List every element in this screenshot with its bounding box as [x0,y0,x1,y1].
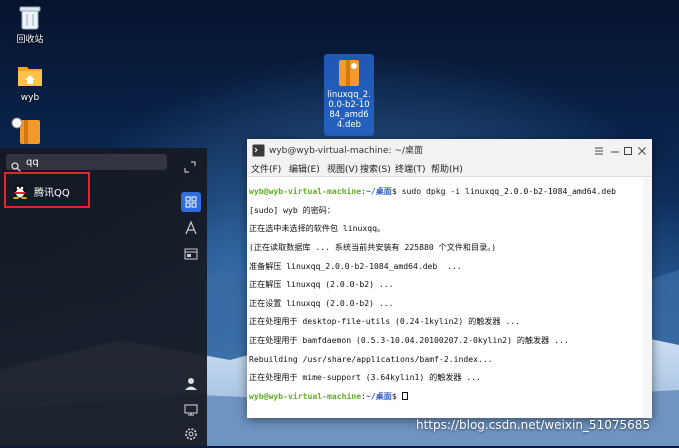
text-cursor [401,391,408,400]
desktop-icon-package[interactable] [6,116,46,149]
all-apps-icon[interactable] [181,192,201,212]
close-icon[interactable] [636,142,648,155]
search-input[interactable] [26,154,161,170]
terminal-line: wyb@wyb-virtual-machine:~/桌面$ sudo dpkg … [249,186,617,197]
text-icon[interactable] [181,218,201,238]
window-icon[interactable] [181,244,201,264]
terminal-line: 正在设置 linuxqq (2.0.0-b2) ... [249,297,394,308]
menu-search[interactable]: 搜索(S) [360,162,391,175]
menu-terminal[interactable]: 终端(T) [395,162,426,175]
deb-package-icon [336,58,362,88]
command-text: $ [391,390,402,401]
terminal-menubar: 文件(F) 编辑(E) 视图(V) 搜索(S) 终端(T) 帮助(H) [247,158,652,177]
prompt-user: wyb@wyb-virtual-machine [249,390,362,401]
home-folder-icon [15,60,45,90]
qq-penguin-icon [12,182,28,199]
desktop-icon-label: linuxqq_2.0.0-b2-1084_amd64.deb [327,90,371,130]
terminal-line: [sudo] wyb 的密码： [249,204,335,215]
terminal-line: 正在解压 linuxqq (2.0.0-b2) ... [249,279,394,290]
monitor-icon[interactable] [181,400,201,420]
terminal-icon [252,142,265,157]
desktop-icon-trash[interactable]: 回收站 [0,2,60,46]
menu-view[interactable]: 视图(V) [327,162,358,175]
watermark-text: https://blog.csdn.net/weixin_51075685 [416,418,651,432]
settings-icon[interactable] [181,424,201,444]
terminal-line: 正在选中未选择的软件包 linuxqq。 [249,223,386,234]
search-result-qq[interactable]: 腾讯QQ [4,172,90,208]
launcher-search-box[interactable] [6,154,167,172]
terminal-scrollbar[interactable] [643,178,652,418]
package-icon [11,116,41,146]
terminal-line: 准备解压 linuxqq_2.0.0-b2-1084_amd64.deb ... [249,260,462,271]
minimize-icon[interactable] [609,142,621,154]
terminal-window[interactable]: wyb@wyb-virtual-machine: ~/桌面 文件(F) 编辑(E… [247,139,652,418]
trash-icon [15,2,45,32]
desktop-icon-label: wyb [20,93,40,103]
terminal-output[interactable]: wyb@wyb-virtual-machine:~/桌面$ sudo dpkg … [249,178,640,416]
terminal-titlebar[interactable]: wyb@wyb-virtual-machine: ~/桌面 [247,139,652,158]
search-result-label: 腾讯QQ [34,188,70,199]
terminal-line: 正在处理用于 mime-support (3.64kylin1) 的触发器 ..… [249,372,481,383]
terminal-line: (正在读取数据库 ... 系统当前共安装有 225880 个文件和目录。) [249,242,497,253]
command-text: $ sudo dpkg -i linuxqq_2.0.0-b2-1084_amd… [391,186,617,197]
menu-help[interactable]: 帮助(H) [431,162,463,175]
terminal-line: Rebuilding /usr/share/applications/bamf-… [249,353,493,364]
window-title: wyb@wyb-virtual-machine: ~/桌面 [269,146,423,156]
app-launcher: 腾讯QQ [0,148,207,446]
menu-icon[interactable] [593,142,605,155]
menu-edit[interactable]: 编辑(E) [289,162,320,175]
terminal-line: 正在处理用于 desktop-file-utils (0.24-1kylin2)… [249,316,520,327]
desktop-icon-label: 回收站 [16,35,44,45]
prompt-path: ~/桌面 [365,390,392,401]
desktop-icon-deb[interactable]: linuxqq_2.0.0-b2-1084_amd64.deb [324,54,374,136]
desktop-icon-home[interactable]: wyb [0,60,60,104]
terminal-line: wyb@wyb-virtual-machine:~/桌面$ [249,390,640,401]
terminal-line: 正在处理用于 bamfdaemon (0.5.3-10.04.20100207.… [249,335,569,346]
prompt-user: wyb@wyb-virtual-machine [249,186,362,197]
prompt-path: ~/桌面 [365,186,392,197]
expand-icon[interactable] [184,158,196,173]
maximize-icon[interactable] [622,142,634,155]
menu-file[interactable]: 文件(F) [251,162,281,175]
user-icon[interactable] [181,374,201,394]
search-icon [11,157,21,172]
